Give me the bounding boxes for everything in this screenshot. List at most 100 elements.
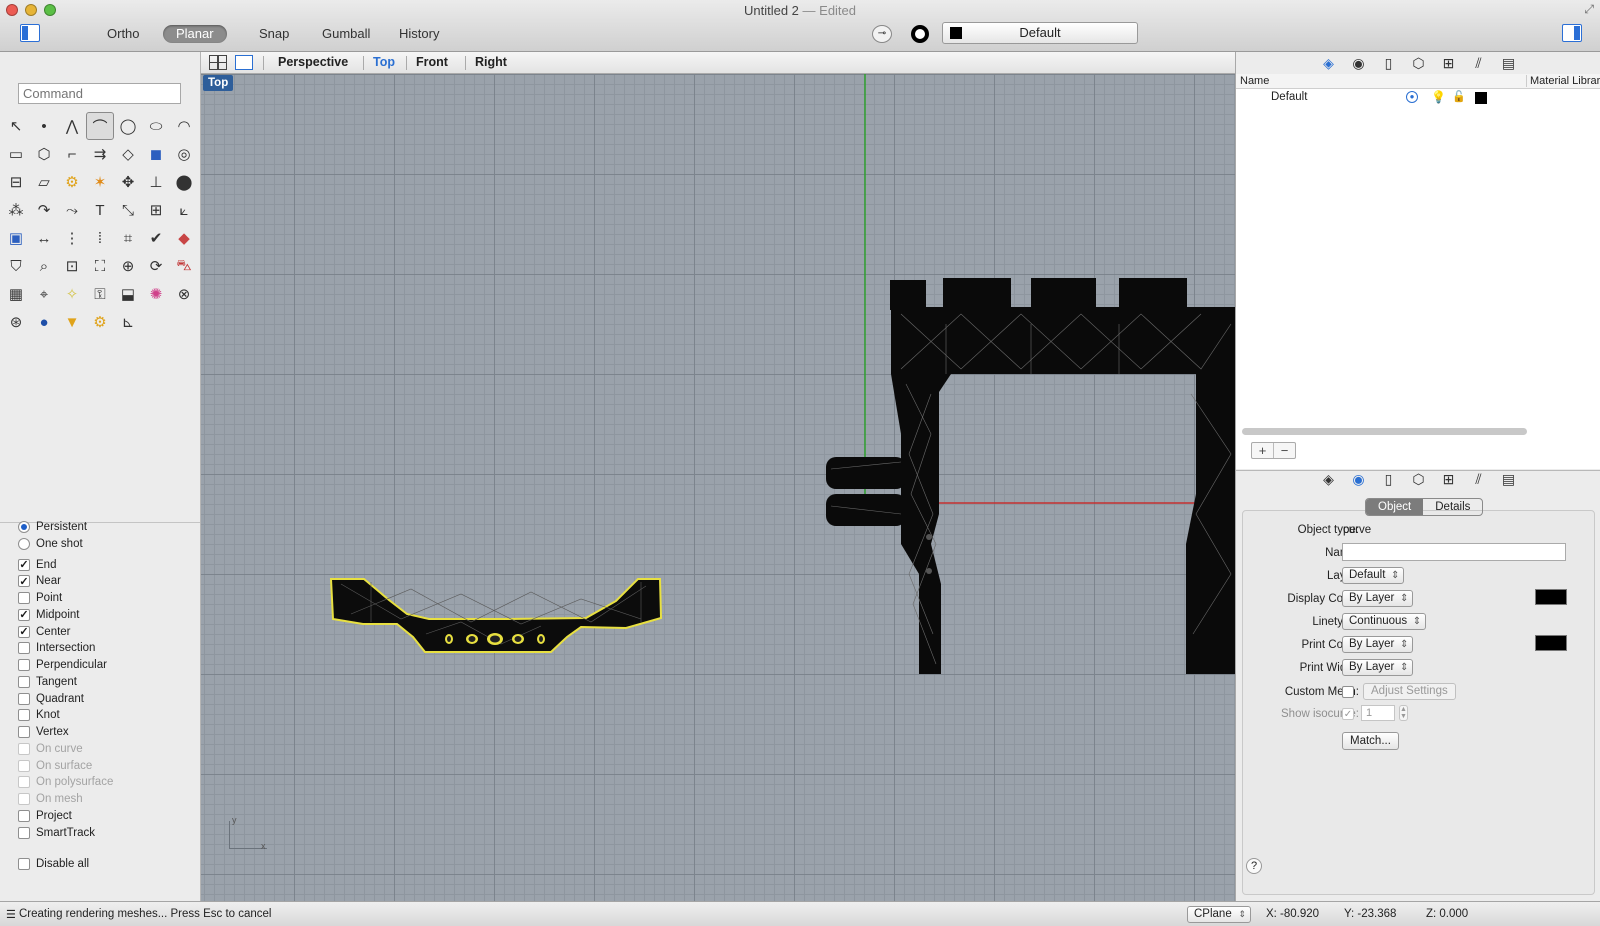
- array-icon[interactable]: ⊞: [142, 196, 170, 224]
- right-sidebar-toggle-button[interactable]: [1562, 24, 1582, 42]
- zoom-extents-icon[interactable]: ⛶: [86, 252, 114, 280]
- offset-curve-icon[interactable]: ⇉: [86, 140, 114, 168]
- osnap-checkbox[interactable]: [18, 592, 30, 604]
- osnap-checkbox[interactable]: ✓: [18, 625, 30, 638]
- adjust-settings-button[interactable]: Adjust Settings: [1363, 683, 1456, 700]
- snap-points-icon[interactable]: ⌖: [30, 280, 58, 308]
- osnap-checkbox[interactable]: ✓: [18, 608, 30, 621]
- display-color-well[interactable]: [1535, 589, 1567, 605]
- isocurve-stepper[interactable]: ▲ ▼: [1399, 705, 1408, 721]
- spotlight-icon[interactable]: ▼: [58, 308, 86, 336]
- match-button[interactable]: Match...: [1342, 732, 1399, 750]
- osnap-checkbox[interactable]: [18, 793, 30, 805]
- osnap-midpoint[interactable]: ✓ Midpoint: [18, 606, 79, 623]
- single-view-layout-icon[interactable]: [235, 55, 253, 70]
- shade-icon[interactable]: ◆: [170, 224, 198, 252]
- layer-popup[interactable]: Default: [1342, 567, 1405, 584]
- disable-all-checkbox[interactable]: [18, 857, 30, 870]
- osnap-near[interactable]: ✓ Near: [18, 573, 61, 590]
- check-icon[interactable]: ✔: [142, 224, 170, 252]
- surface-from-curves-icon[interactable]: ◇: [114, 140, 142, 168]
- history-list-icon[interactable]: ☰: [6, 908, 16, 921]
- transform-icon[interactable]: ⟀: [170, 196, 198, 224]
- osnap-checkbox[interactable]: [18, 675, 30, 688]
- scale-icon[interactable]: ⤡: [114, 196, 142, 224]
- help-button[interactable]: ?: [1246, 858, 1262, 874]
- osnap-checkbox[interactable]: [18, 709, 30, 722]
- notes-tab-icon[interactable]: ▯: [1380, 54, 1398, 72]
- tab-front[interactable]: Front: [416, 55, 448, 69]
- osnap-on-mesh[interactable]: On mesh: [18, 791, 83, 808]
- osnap-smarttrack[interactable]: SmartTrack: [18, 824, 95, 841]
- properties-tab-icon[interactable]: ◉: [1350, 470, 1368, 488]
- analyze-icon[interactable]: ⌗: [114, 224, 142, 252]
- arc-blend-icon[interactable]: ↷: [30, 196, 58, 224]
- cplane-axes-icon[interactable]: ⊾: [114, 308, 142, 336]
- group-icon[interactable]: ⁂: [2, 196, 30, 224]
- curve-from-points-icon[interactable]: ⌒: [86, 112, 114, 140]
- car-tool-icon[interactable]: ⛍: [170, 252, 198, 280]
- osnap-radio[interactable]: [18, 537, 30, 550]
- settings-gear-icon[interactable]: ⚙: [86, 308, 114, 336]
- osnap-on-polysurface[interactable]: On polysurface: [18, 774, 113, 791]
- layers-tab-icon[interactable]: ◈: [1320, 54, 1338, 72]
- text-icon[interactable]: T: [86, 196, 114, 224]
- help-tab-icon[interactable]: ▤: [1500, 470, 1518, 488]
- osnap-checkbox[interactable]: [18, 759, 30, 772]
- explode-icon[interactable]: ✶: [86, 168, 114, 196]
- viewports-tab-icon[interactable]: ⊞: [1440, 470, 1458, 488]
- select-arrow-icon[interactable]: ↖: [2, 112, 30, 140]
- osnap-checkbox[interactable]: [18, 659, 30, 671]
- add-layer-button[interactable]: +: [1252, 443, 1274, 458]
- fillet-curve-icon[interactable]: ⌐: [58, 140, 86, 168]
- dimension-icon[interactable]: ↔: [30, 224, 58, 252]
- target-icon[interactable]: ⊕: [114, 252, 142, 280]
- boolean-union-icon[interactable]: ◎: [170, 140, 198, 168]
- tab-perspective[interactable]: Perspective: [278, 55, 348, 69]
- rectangle-icon[interactable]: ▭: [2, 140, 30, 168]
- toggle-ortho[interactable]: Ortho: [94, 25, 153, 43]
- four-view-layout-icon[interactable]: [209, 55, 227, 70]
- join-icon[interactable]: ⊥: [142, 168, 170, 196]
- render-tab-icon[interactable]: ⫽: [1470, 470, 1488, 488]
- osnap-vertex[interactable]: Vertex: [18, 724, 69, 741]
- osnap-point[interactable]: Point: [18, 590, 62, 607]
- zoom-icon[interactable]: ⌕: [30, 252, 58, 280]
- osnap-checkbox[interactable]: [18, 692, 30, 705]
- toggle-planar[interactable]: Planar: [163, 25, 227, 43]
- object-tab[interactable]: Object: [1366, 499, 1424, 515]
- rotate-view-icon[interactable]: ⟳: [142, 252, 170, 280]
- lock-icon[interactable]: ⚿: [86, 280, 114, 308]
- osnap-checkbox[interactable]: [18, 809, 30, 822]
- help-tab-icon[interactable]: ▤: [1500, 54, 1518, 72]
- osnap-mode-persistent[interactable]: Persistent: [18, 518, 87, 535]
- osnap-intersection[interactable]: Intersection: [18, 640, 95, 657]
- name-column-header[interactable]: Name: [1240, 75, 1269, 87]
- display-mode-icon[interactable]: [911, 25, 929, 43]
- viewports-tab-icon[interactable]: ⊞: [1440, 54, 1458, 72]
- osnap-perpendicular[interactable]: Perpendicular: [18, 657, 107, 674]
- sphere-display-icon[interactable]: ⊗: [170, 280, 198, 308]
- toggle-gumball[interactable]: Gumball: [309, 25, 383, 43]
- osnap-checkbox[interactable]: [18, 642, 30, 655]
- layer-horizontal-scrollbar[interactable]: [1242, 428, 1527, 435]
- control-points-icon[interactable]: ⁞: [86, 224, 114, 252]
- gear-tool-icon[interactable]: ⚙: [58, 168, 86, 196]
- osnap-checkbox[interactable]: ✓: [18, 575, 30, 588]
- clipping-plane-icon[interactable]: ⬓: [114, 280, 142, 308]
- lock-icon[interactable]: 🔓: [1452, 90, 1466, 103]
- layer-color-swatch[interactable]: [1475, 92, 1487, 104]
- zoom-window-icon[interactable]: ⊡: [58, 252, 86, 280]
- extrude-icon[interactable]: ⊟: [2, 168, 30, 196]
- osnap-center[interactable]: ✓ Center: [18, 623, 71, 640]
- print-width-popup[interactable]: By Layer: [1342, 659, 1414, 676]
- display-color-popup[interactable]: By Layer: [1342, 590, 1414, 607]
- osnap-knot[interactable]: Knot: [18, 707, 60, 724]
- sphere-wire-icon[interactable]: ⊛: [2, 308, 30, 336]
- toggle-snap[interactable]: Snap: [246, 25, 302, 43]
- show-isocurve-checkbox[interactable]: ✓: [1342, 708, 1354, 720]
- command-input[interactable]: [18, 83, 181, 104]
- circle-icon[interactable]: ◯: [114, 112, 142, 140]
- print-color-popup[interactable]: By Layer: [1342, 636, 1414, 653]
- object-tab-icon[interactable]: ⬡: [1410, 470, 1428, 488]
